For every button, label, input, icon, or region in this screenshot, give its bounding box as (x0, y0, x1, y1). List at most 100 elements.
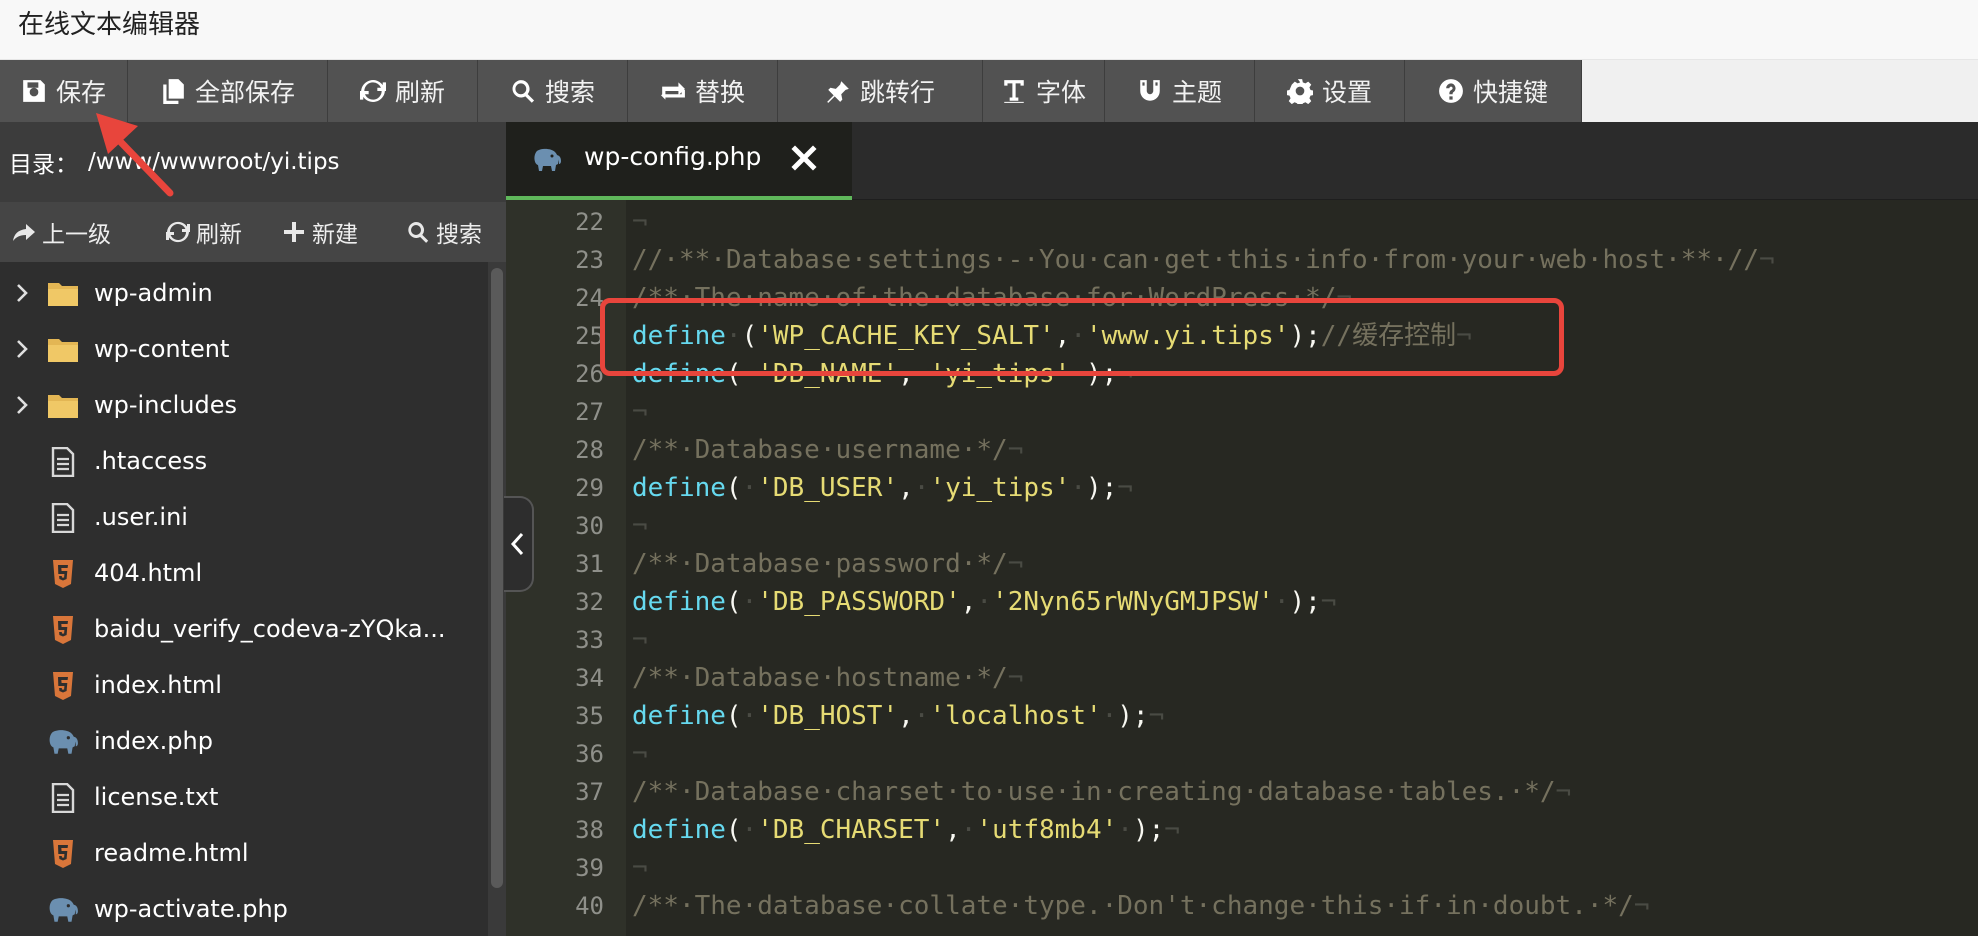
code-token: ¬ (1164, 815, 1180, 845)
code-line[interactable]: //·**·Database·settings·-·You·can·get·th… (632, 241, 1775, 279)
tab-wp-config[interactable]: wp-config.php (506, 122, 852, 200)
settings-button[interactable]: 设置 (1255, 60, 1405, 122)
line-number: 37 (575, 778, 604, 806)
gear-icon (1286, 79, 1313, 104)
file-item[interactable]: readme.html (0, 826, 488, 882)
code-token: · (913, 359, 930, 389)
refresh-button[interactable]: 刷新 (328, 60, 478, 122)
sidebar-search-button[interactable]: 搜索 (406, 202, 482, 262)
theme-button[interactable]: 主题 (1105, 60, 1255, 122)
code-line[interactable]: ¬ (632, 507, 648, 545)
code-line[interactable]: define(·'DB_HOST',·'localhost'·);¬ (632, 697, 1164, 735)
save-label: 保存 (55, 78, 106, 107)
sidebar-search-label: 搜索 (436, 222, 482, 248)
file-item[interactable]: baidu_verify_codeva-zYQka... (0, 602, 488, 658)
code-token: · (1101, 701, 1118, 731)
replace-button[interactable]: 替换 (628, 60, 778, 122)
font-button[interactable]: 字体 (983, 60, 1105, 122)
code-token: define (632, 701, 726, 731)
code-line[interactable]: /**·The·database·collate·type.·Don't·cha… (632, 887, 1649, 925)
code-line[interactable]: /**·The·name·of·the·database·for·WordPre… (632, 279, 1352, 317)
file-name: index.html (94, 671, 222, 699)
file-item[interactable]: index.php (0, 714, 488, 770)
code-line[interactable]: ¬ (632, 393, 648, 431)
replace-icon (661, 82, 685, 100)
code-token: /**·Database·hostname·*/ (632, 663, 1008, 693)
tab-label: wp-config.php (584, 142, 762, 171)
line-number: 34 (575, 664, 604, 692)
code-token: 'DB_CHARSET' (757, 815, 946, 845)
search-button[interactable]: 搜索 (478, 60, 628, 122)
code-token: ); (1132, 815, 1165, 845)
line-number: 23 (575, 246, 604, 274)
code-line[interactable]: /**·Database·charset·to·use·in·creating·… (632, 773, 1571, 811)
code-line[interactable]: /**·Database·password·*/¬ (632, 545, 1023, 583)
file-name: index.php (94, 727, 213, 755)
code-line[interactable]: ¬ (632, 849, 648, 887)
search-icon (512, 80, 535, 103)
code-token: ¬ (632, 511, 648, 541)
code-line[interactable]: ¬ (632, 203, 648, 241)
floppy-disk-icon (23, 80, 45, 102)
directory-row: 目录： /www/wwwroot/yi.tips (0, 122, 506, 202)
code-token: define (632, 359, 726, 389)
shortcuts-button[interactable]: 快捷键 (1405, 60, 1582, 122)
sidebar-collapse-handle[interactable] (504, 496, 534, 592)
code-line[interactable]: ¬ (632, 621, 648, 659)
code-line[interactable]: /**·Database·username·*/¬ (632, 431, 1023, 469)
refresh-label: 刷新 (394, 78, 445, 107)
code-token: · (1070, 321, 1086, 351)
save-all-button[interactable]: 全部保存 (128, 60, 328, 122)
file-item[interactable]: .htaccess (0, 434, 488, 490)
folder-item[interactable]: wp-admin (0, 266, 488, 322)
file-item[interactable]: license.txt (0, 770, 488, 826)
close-icon[interactable] (790, 144, 818, 172)
goto-line-button[interactable]: 跳转行 (778, 60, 983, 122)
file-name: .user.ini (94, 503, 188, 531)
text-file-icon (51, 783, 75, 813)
code-token: define (632, 473, 726, 503)
code-token: ); (1085, 473, 1118, 503)
code-token: 'www.yi.tips' (1085, 321, 1290, 351)
code-token: · (976, 587, 993, 617)
file-name: .htaccess (94, 447, 208, 475)
code-token: ); (1289, 321, 1321, 351)
code-line[interactable]: /**·Database·hostname·*/¬ (632, 659, 1023, 697)
code-line[interactable]: define(·'DB_CHARSET',·'utf8mb4'·);¬ (632, 811, 1180, 849)
code-token: ); (1085, 359, 1118, 389)
code-token: ¬ (1117, 359, 1133, 389)
code-line[interactable]: ¬ (632, 735, 648, 773)
chevron-right-icon[interactable] (10, 393, 34, 417)
new-file-button[interactable]: 新建 (282, 202, 358, 262)
code-token: ¬ (1759, 245, 1775, 275)
file-item[interactable]: wp-activate.php (0, 882, 488, 936)
chevron-right-icon[interactable] (10, 337, 34, 361)
code-token: //·**·Database·settings·-·You·can·get·th… (632, 245, 1760, 275)
save-button[interactable]: 保存 (0, 60, 128, 122)
file-item[interactable]: 404.html (0, 546, 488, 602)
code-line[interactable]: define·('WP_CACHE_KEY_SALT',·'www.yi.tip… (632, 317, 1472, 355)
chevron-right-icon[interactable] (10, 281, 34, 305)
sidebar-refresh-button[interactable]: 刷新 (166, 202, 242, 262)
folder-item[interactable]: wp-content (0, 322, 488, 378)
code-token: ( (725, 815, 742, 845)
code-area[interactable]: ¬//·**·Database·settings·-·You·can·get·t… (632, 200, 1978, 936)
refresh-icon (359, 80, 386, 102)
code-token: ¬ (1007, 549, 1024, 579)
parent-dir-button[interactable]: 上一级 (12, 202, 111, 262)
php-elephant-icon (49, 898, 78, 922)
line-number: 24 (575, 284, 604, 312)
code-line[interactable]: define(·'DB_NAME',·'yi_tips'·);¬ (632, 355, 1133, 393)
chevron-left-icon (510, 532, 524, 556)
code-token: ¬ (1148, 701, 1165, 731)
code-line[interactable]: define(·'DB_PASSWORD',·'2Nyn65rWNyGMJPSW… (632, 583, 1336, 621)
sidebar-refresh-label: 刷新 (196, 222, 242, 248)
code-token: ); (1117, 701, 1149, 731)
sidebar-actions: 上一级 刷新 新建 搜索 (0, 202, 506, 262)
sidebar-scrollbar-thumb[interactable] (491, 268, 503, 888)
code-token: · (960, 815, 977, 845)
code-line[interactable]: define(·'DB_USER',·'yi_tips'·);¬ (632, 469, 1133, 507)
folder-item[interactable]: wp-includes (0, 378, 488, 434)
file-item[interactable]: .user.ini (0, 490, 488, 546)
file-item[interactable]: index.html (0, 658, 488, 714)
